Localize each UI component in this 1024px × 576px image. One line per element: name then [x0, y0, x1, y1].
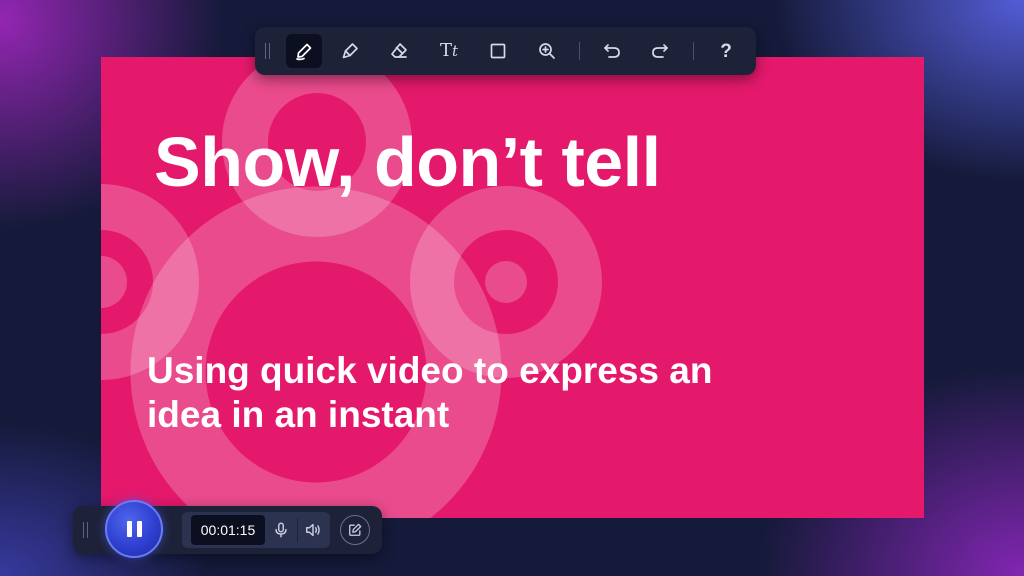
annotation-toolbar: Tt ?	[255, 27, 756, 75]
help-button[interactable]: ?	[708, 34, 744, 68]
pen-icon	[296, 43, 312, 61]
toolbar-divider	[579, 42, 580, 60]
deco-dot-left	[101, 256, 127, 308]
annotate-icon	[349, 523, 362, 536]
highlighter-tool-button[interactable]	[332, 34, 368, 68]
speaker-icon	[305, 523, 320, 537]
system-audio-toggle-button[interactable]	[298, 515, 328, 545]
deco-dot-right	[485, 261, 527, 303]
annotate-toggle-button[interactable]	[340, 515, 370, 545]
redo-button[interactable]	[642, 34, 678, 68]
undo-icon	[604, 44, 620, 58]
undo-button[interactable]	[594, 34, 630, 68]
highlighter-icon	[342, 43, 358, 59]
pen-tool-button[interactable]	[286, 34, 322, 68]
text-tool-button[interactable]: Tt	[431, 34, 467, 68]
microphone-toggle-button[interactable]	[266, 515, 296, 545]
rectangle-icon	[490, 43, 506, 59]
zoom-in-icon	[539, 43, 555, 59]
slide-title: Show, don’t tell	[154, 123, 661, 201]
eraser-tool-button[interactable]	[381, 34, 417, 68]
recorder-drag-handle[interactable]	[83, 522, 88, 538]
rectangle-tool-button[interactable]	[480, 34, 516, 68]
slide-canvas: Show, don’t tell Using quick video to ex…	[101, 57, 924, 518]
redo-icon	[652, 44, 668, 58]
text-tool-icon: Tt	[439, 40, 459, 61]
microphone-icon	[275, 522, 287, 538]
slide-subtitle: Using quick video to express an idea in …	[147, 350, 713, 435]
toolbar-drag-handle[interactable]	[265, 43, 270, 59]
pause-recording-button[interactable]	[105, 500, 163, 558]
eraser-icon	[391, 43, 407, 58]
zoom-tool-button[interactable]	[529, 34, 565, 68]
help-icon: ?	[720, 40, 732, 62]
pause-icon	[126, 521, 142, 537]
toolbar-divider	[693, 42, 694, 60]
recording-timer: 00:01:15	[191, 515, 265, 545]
